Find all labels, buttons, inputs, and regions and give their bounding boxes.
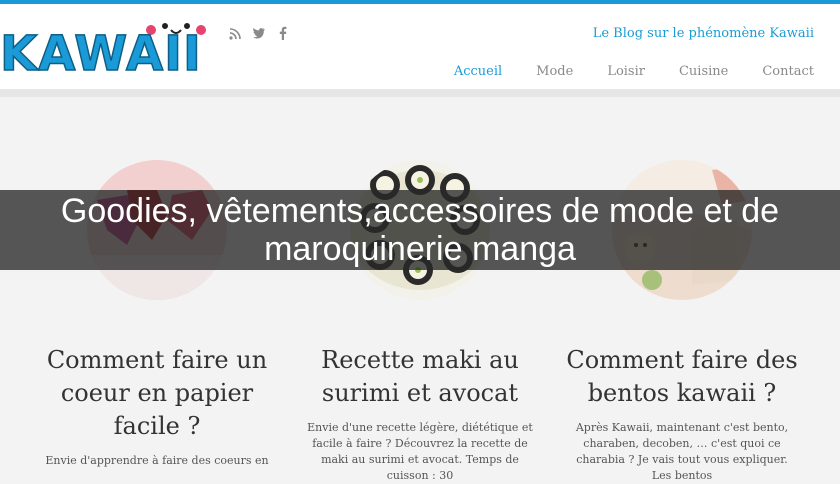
- article-title[interactable]: Comment faire des bentos kawaii ?: [557, 344, 807, 410]
- article-excerpt: Après Kawaii, maintenant c'est bento, ch…: [575, 421, 789, 482]
- facebook-icon[interactable]: [276, 26, 290, 44]
- article-excerpt: Envie d'apprendre à faire des coeurs en: [45, 454, 269, 467]
- nav-item-contact[interactable]: Contact: [762, 64, 814, 79]
- nav-item-cuisine[interactable]: Cuisine: [679, 64, 728, 79]
- nav-item-accueil[interactable]: Accueil: [454, 64, 502, 79]
- twitter-icon[interactable]: [252, 27, 266, 43]
- logo-text: KAWAII: [0, 26, 202, 82]
- nav-item-mode[interactable]: Mode: [536, 64, 573, 79]
- article-title[interactable]: Recette maki au surimi et avocat: [295, 344, 545, 410]
- site-tagline: Le Blog sur le phénomène Kawaii: [592, 26, 814, 41]
- site-header: KAWAII Le Blog sur le phénomène Kawaii A…: [0, 4, 840, 89]
- article-excerpt: Envie d'une recette légère, diététique e…: [307, 421, 533, 482]
- main-nav: Accueil Mode Loisir Cuisine Contact: [420, 64, 814, 79]
- nav-item-loisir[interactable]: Loisir: [607, 64, 645, 79]
- hero-title: Goodies, vêtements,accessoires de mode e…: [60, 192, 780, 268]
- hero-banner: Goodies, vêtements,accessoires de mode e…: [0, 190, 840, 270]
- header-divider: [0, 89, 840, 97]
- rss-icon[interactable]: [228, 27, 242, 44]
- site-logo[interactable]: KAWAII: [0, 14, 210, 86]
- article-title[interactable]: Comment faire un coeur en papier facile …: [32, 344, 282, 443]
- social-links: [228, 26, 290, 44]
